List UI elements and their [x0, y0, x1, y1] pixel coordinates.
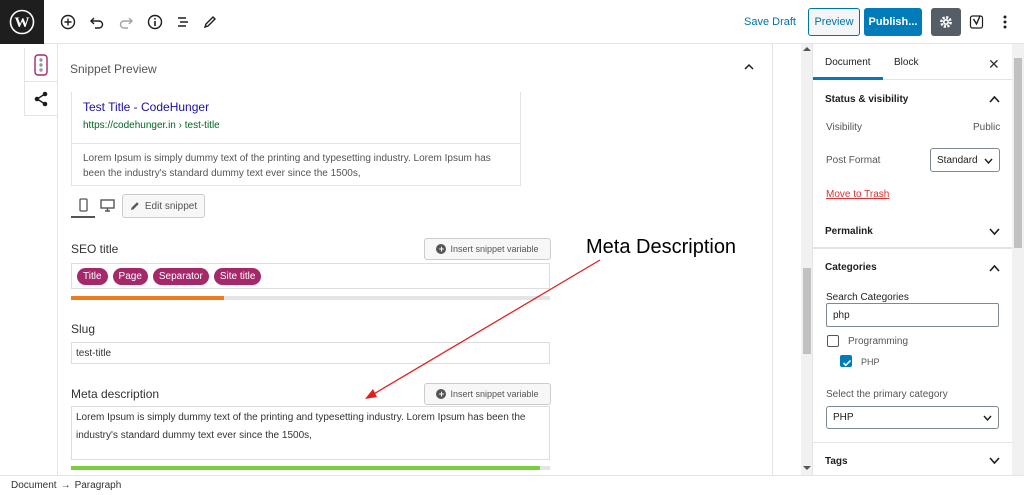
content-scrollbar-thumb[interactable]	[803, 268, 811, 354]
mobile-icon	[78, 198, 88, 212]
search-categories-label: Search Categories	[826, 292, 909, 303]
snippet-url: https://codehunger.in › test-title	[83, 120, 220, 131]
meta-description-label: Meta description	[71, 387, 160, 401]
meta-insert-variable-button[interactable]: + Insert snippet variable	[424, 383, 551, 405]
variable-pill-separator[interactable]: Separator	[152, 267, 209, 285]
chevron-down-icon[interactable]	[989, 228, 1000, 236]
settings-button[interactable]	[931, 8, 961, 36]
breadcrumb-paragraph[interactable]: Paragraph	[75, 480, 122, 491]
plus-icon: +	[436, 389, 447, 399]
desktop-icon	[99, 198, 115, 212]
primary-category-select[interactable]: PHP	[826, 406, 999, 429]
snippet-preview-title: Snippet Preview	[70, 62, 157, 76]
seo-title-insert-variable-button[interactable]: + Insert snippet variable	[424, 238, 551, 260]
redo-icon[interactable]	[115, 11, 137, 33]
variable-pill-site-title[interactable]: Site title	[213, 267, 262, 285]
chevron-down-icon[interactable]	[989, 457, 1000, 465]
add-block-icon[interactable]	[57, 11, 79, 33]
wordpress-logo-button[interactable]: W	[0, 0, 44, 44]
seo-title-progress-fill	[71, 296, 225, 300]
checkmark-icon	[842, 359, 852, 367]
snippet-description: Lorem Ipsum is simply dummy text of the …	[83, 153, 491, 179]
gear-icon	[940, 16, 952, 28]
insert-variable-label: Insert snippet variable	[450, 389, 539, 399]
save-draft-button[interactable]: Save Draft	[744, 16, 796, 28]
desktop-preview-button[interactable]	[95, 194, 119, 218]
primary-category-value: PHP	[833, 412, 854, 423]
plus-icon: +	[436, 244, 447, 254]
visibility-value[interactable]: Public	[973, 122, 1000, 133]
yoast-metabox-tabs	[24, 48, 58, 116]
collapse-snippet-button[interactable]	[743, 60, 755, 78]
search-categories-input[interactable]: php	[826, 303, 999, 327]
close-sidebar-icon[interactable]: ✕	[988, 56, 1000, 73]
breadcrumb-separator: →	[60, 480, 71, 491]
chevron-down-icon	[984, 158, 993, 164]
preview-button[interactable]: Preview	[808, 8, 860, 36]
variable-pill-title[interactable]: Title	[77, 267, 108, 285]
edit-snippet-label: Edit snippet	[144, 200, 198, 212]
chevron-up-icon[interactable]	[989, 264, 1000, 272]
yoast-icon[interactable]	[966, 11, 988, 33]
post-format-label: Post Format	[826, 155, 881, 166]
list-view-icon[interactable]	[172, 11, 194, 33]
tab-block[interactable]: Block	[894, 57, 918, 68]
more-options-icon[interactable]	[994, 11, 1016, 33]
category-label-programming[interactable]: Programming	[848, 336, 908, 347]
annotation-label: Meta Description	[586, 236, 737, 258]
editor-toolbar: W Save Draft Preview Publish...	[0, 0, 1024, 44]
meta-description-progress-bar	[71, 466, 550, 470]
block-breadcrumb: Document → Paragraph	[0, 475, 1024, 495]
snippet-divider	[71, 143, 521, 144]
move-to-trash-link[interactable]: Move to Trash	[826, 189, 889, 200]
mobile-preview-button[interactable]	[71, 194, 95, 218]
wordpress-icon: W	[9, 9, 35, 35]
status-visibility-heading[interactable]: Status & visibility	[825, 94, 908, 105]
publish-button[interactable]: Publish...	[864, 8, 922, 36]
svg-text:W: W	[15, 15, 30, 31]
chevron-up-icon	[744, 63, 754, 70]
post-format-value: Standard	[937, 154, 978, 166]
traffic-light-icon	[34, 53, 48, 76]
category-label-php[interactable]: PHP	[861, 357, 880, 367]
meta-description-progress-fill	[71, 466, 541, 470]
scroll-down-icon[interactable]	[803, 465, 811, 471]
category-checkbox-programming[interactable]	[827, 335, 839, 347]
preview-mode-toggle	[71, 194, 119, 218]
categories-heading[interactable]: Categories	[825, 262, 877, 273]
seo-title-label: SEO title	[71, 242, 119, 256]
meta-description-field[interactable]: Lorem Ipsum is simply dummy text of the …	[71, 406, 550, 460]
chevron-down-icon	[983, 415, 992, 421]
divider	[813, 248, 1012, 249]
edit-snippet-button[interactable]: Edit snippet	[122, 194, 205, 218]
post-format-select[interactable]: Standard	[930, 148, 1000, 172]
slug-input[interactable]: test-title	[71, 342, 550, 364]
primary-category-label: Select the primary category	[826, 389, 948, 400]
scroll-up-icon[interactable]	[803, 46, 811, 52]
category-checkbox-php[interactable]	[840, 355, 852, 367]
seo-title-progress-bar	[71, 296, 550, 300]
tools-pencil-icon[interactable]	[199, 11, 221, 33]
social-tab[interactable]	[25, 82, 57, 116]
insert-variable-label: Insert snippet variable	[450, 244, 539, 254]
tags-heading[interactable]: Tags	[825, 456, 848, 467]
chevron-up-icon[interactable]	[989, 95, 1000, 103]
sidebar-scrollbar-thumb[interactable]	[1014, 58, 1022, 248]
slug-label: Slug	[71, 322, 96, 336]
permalink-heading[interactable]: Permalink	[825, 226, 873, 237]
breadcrumb-document[interactable]: Document	[11, 480, 57, 491]
share-icon	[34, 91, 48, 107]
content-scrollbar[interactable]	[801, 44, 812, 475]
tab-document[interactable]: Document	[825, 57, 871, 68]
snippet-title-link[interactable]: Test Title - CodeHunger	[83, 100, 209, 114]
divider	[813, 442, 1012, 443]
info-icon[interactable]	[144, 11, 166, 33]
undo-icon[interactable]	[86, 11, 108, 33]
variable-pill-page[interactable]: Page	[112, 267, 148, 285]
seo-tab[interactable]	[25, 48, 57, 82]
visibility-label: Visibility	[826, 122, 862, 133]
pencil-icon	[130, 202, 139, 210]
seo-title-field[interactable]: Title Page Separator Site title	[71, 263, 550, 289]
